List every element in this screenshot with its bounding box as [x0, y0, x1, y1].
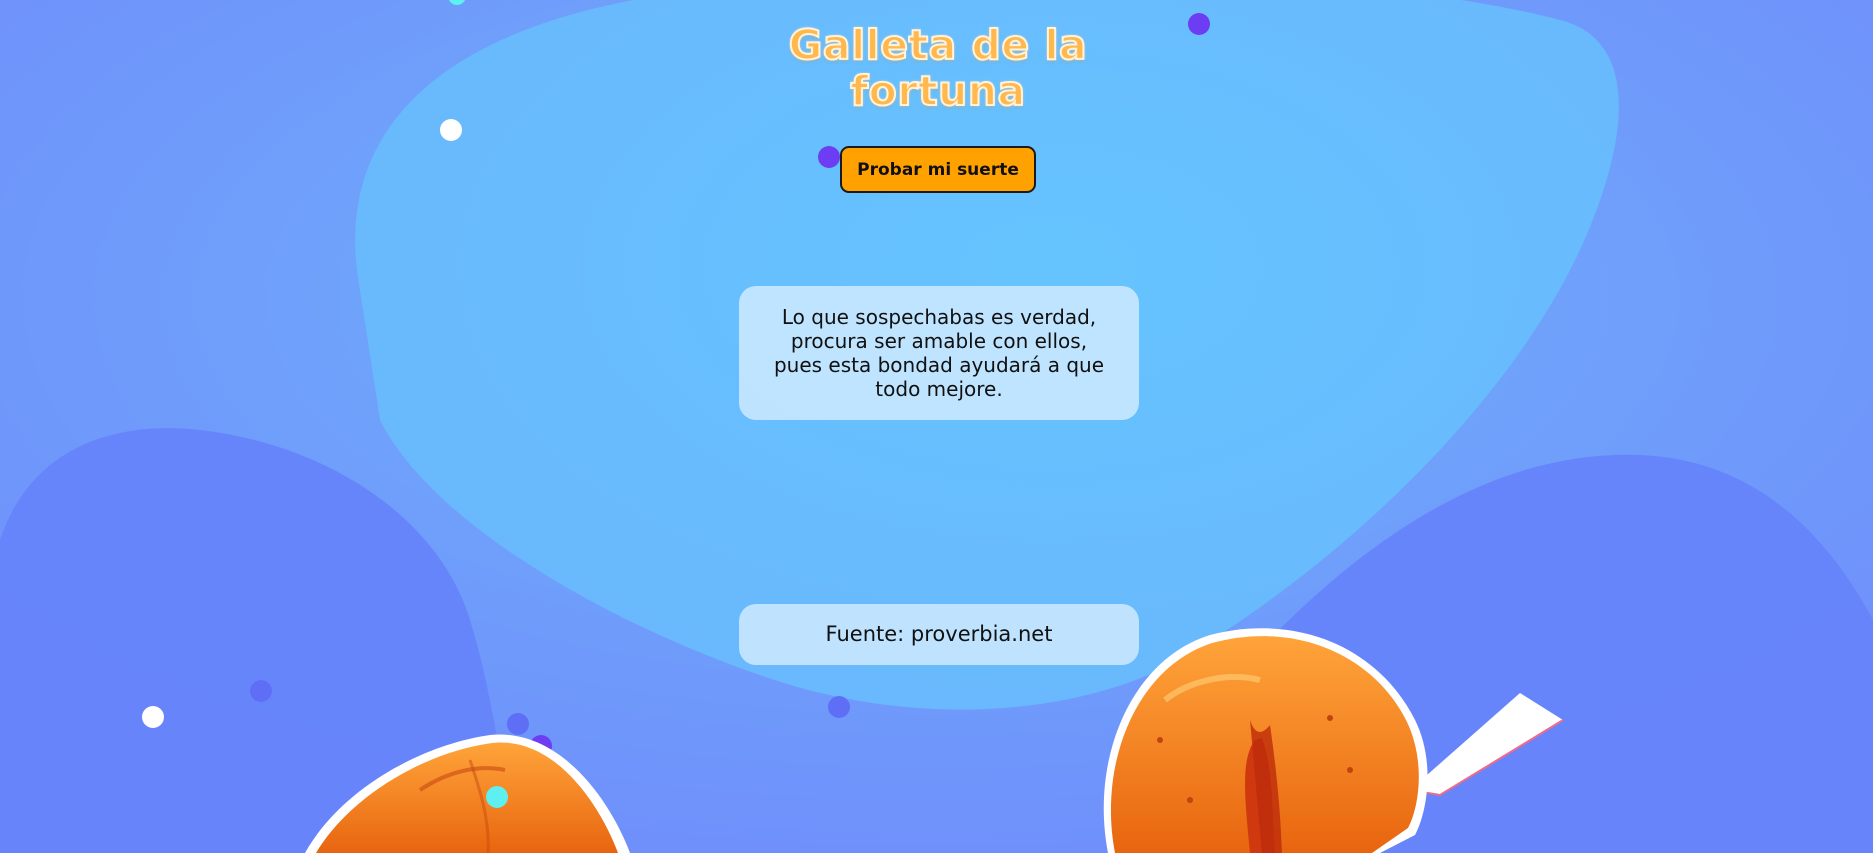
bubble-blue-1 — [250, 680, 272, 702]
bubble-white-2 — [142, 706, 164, 728]
fortune-message-text: Lo que sospechabas es verdad, procura se… — [773, 305, 1105, 401]
source-card: Fuente: proverbia.net — [739, 604, 1139, 665]
fortune-message-card: Lo que sospechabas es verdad, procura se… — [739, 286, 1139, 420]
source-text: Fuente: proverbia.net — [825, 622, 1053, 646]
bubble-white-1 — [440, 119, 462, 141]
bubble-purple-1 — [1188, 13, 1210, 35]
bubble-blue-2 — [507, 713, 529, 735]
bubble-cyan-2 — [486, 786, 508, 808]
background-illustration — [0, 0, 1873, 853]
bubble-purple-2 — [818, 146, 840, 168]
try-luck-button[interactable]: Probar mi suerte — [840, 146, 1036, 193]
bubble-blue-3 — [828, 696, 850, 718]
page-title: Galleta de la fortuna — [788, 21, 1088, 115]
